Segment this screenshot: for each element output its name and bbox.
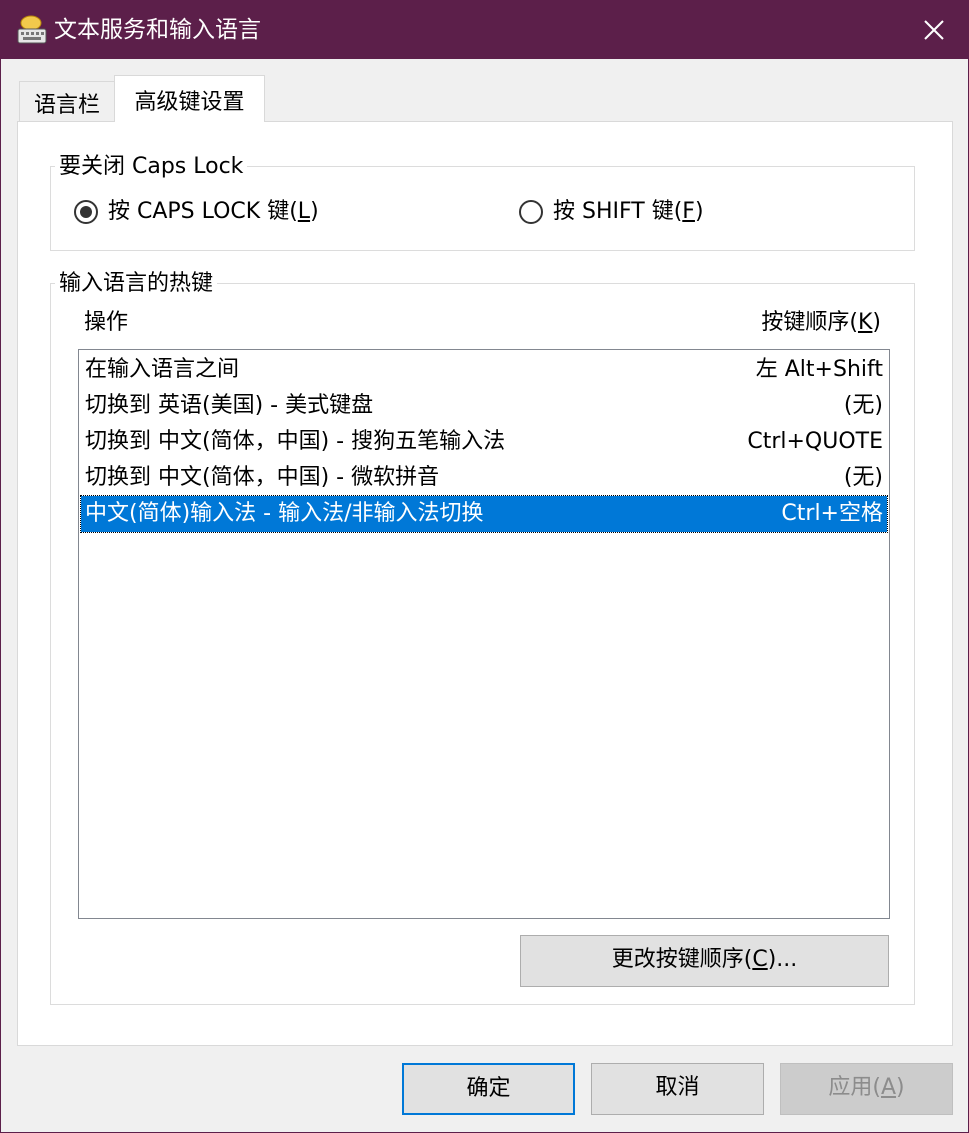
hotkey-list[interactable]: 在输入语言之间 左 Alt+Shift 切换到 英语(美国) - 美式键盘 (无… — [78, 349, 890, 919]
list-item[interactable]: 切换到 中文(简体，中国) - 搜狗五笔输入法 Ctrl+QUOTE — [81, 424, 887, 460]
tab-label: 语言栏 — [33, 93, 100, 118]
hotkey-group-label: 输入语言的热键 — [55, 270, 218, 298]
list-item-selected[interactable]: 中文(简体)输入法 - 输入法/非输入法切换 Ctrl+空格 — [80, 495, 888, 533]
button-label: 确定 — [466, 1076, 511, 1101]
tab-advanced-key-settings[interactable]: 高级键设置 — [114, 75, 265, 122]
keyboard-icon — [17, 14, 47, 46]
hotkey-keys: (无) — [843, 393, 883, 418]
tab-language-bar[interactable]: 语言栏 — [19, 81, 115, 121]
change-key-sequence-button[interactable]: 更改按键顺序(C)... — [520, 935, 889, 987]
radio-selected-dot — [80, 206, 92, 218]
radio-button — [519, 200, 543, 224]
list-item[interactable]: 切换到 英语(美国) - 美式键盘 (无) — [81, 388, 887, 424]
radio-label: 按 CAPS LOCK 键(L) — [108, 199, 319, 224]
list-item[interactable]: 切换到 中文(简体，中国) - 微软拼音 (无) — [81, 460, 887, 496]
hotkey-action: 在输入语言之间 — [85, 357, 240, 382]
title-bar[interactable]: 文本服务和输入语言 — [1, 1, 968, 59]
close-button[interactable] — [901, 1, 968, 59]
ok-button[interactable]: 确定 — [402, 1063, 575, 1115]
hotkey-action: 中文(简体)输入法 - 输入法/非输入法切换 — [85, 501, 484, 526]
list-item[interactable]: 在输入语言之间 左 Alt+Shift — [81, 352, 887, 388]
cancel-button[interactable]: 取消 — [591, 1063, 764, 1115]
column-header-key-sequence: 按键顺序(K) — [761, 310, 881, 335]
hotkey-keys: Ctrl+空格 — [781, 501, 883, 526]
dialog-window: 文本服务和输入语言 语言栏 高级键设置 要关闭 Caps Lock 按 CAPS… — [0, 0, 969, 1133]
button-label: 应用(A) — [828, 1075, 905, 1100]
button-label: 更改按键顺序(C)... — [611, 947, 798, 972]
hotkey-keys: Ctrl+QUOTE — [747, 429, 883, 454]
column-header-action: 操作 — [84, 310, 129, 335]
tab-label: 高级键设置 — [134, 90, 245, 115]
radio-label: 按 SHIFT 键(F) — [553, 199, 704, 224]
apply-button[interactable]: 应用(A) — [780, 1063, 953, 1115]
close-icon — [924, 20, 944, 40]
hotkey-keys: (无) — [843, 465, 883, 490]
hotkey-action: 切换到 中文(简体，中国) - 微软拼音 — [85, 465, 440, 490]
hotkey-action: 切换到 英语(美国) - 美式键盘 — [85, 393, 374, 418]
radio-button — [74, 200, 98, 224]
window-title: 文本服务和输入语言 — [54, 17, 261, 43]
hotkey-action: 切换到 中文(简体，中国) - 搜狗五笔输入法 — [85, 429, 506, 454]
caps-lock-group-label: 要关闭 Caps Lock — [55, 153, 248, 181]
hotkey-keys: 左 Alt+Shift — [755, 357, 883, 382]
button-label: 取消 — [655, 1075, 700, 1100]
